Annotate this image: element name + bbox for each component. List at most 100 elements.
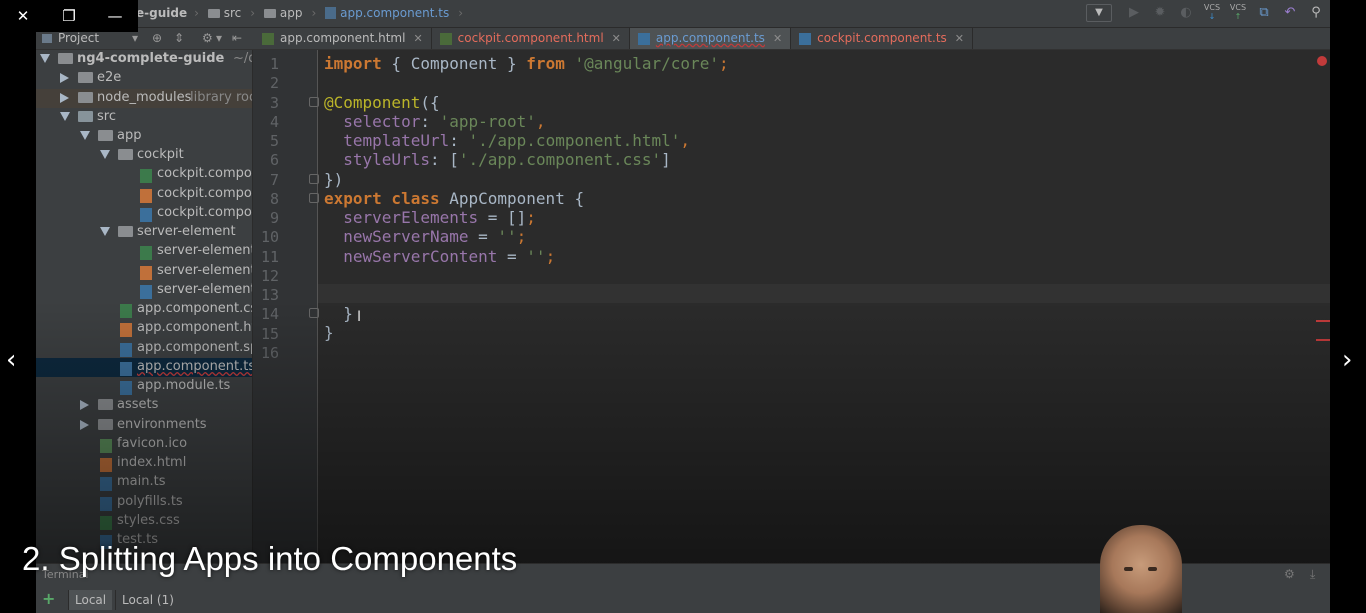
line-number: 12 — [260, 267, 279, 285]
code-line-7: }) — [324, 170, 344, 189]
line-number: 2 — [269, 74, 279, 92]
tree-item-server-element-ts[interactable]: server-element — [36, 281, 252, 300]
tab-app-component-ts[interactable]: app.component.ts ✕ — [629, 28, 792, 49]
gear-icon[interactable]: ⚙ — [1284, 567, 1295, 581]
close-icon[interactable]: ✕ — [955, 28, 964, 49]
hide-panel-icon[interactable]: ⤓ — [1310, 567, 1315, 582]
current-line-highlight — [318, 284, 1330, 303]
code-line-3: @Component({ — [324, 93, 440, 112]
vcs-update-icon[interactable]: VCS ↓ — [1202, 3, 1222, 23]
tree-item-server-element-css[interactable]: server-element. — [36, 242, 252, 261]
breadcrumb-app[interactable]: app — [263, 6, 305, 20]
terminal-tab-local[interactable]: Local — [68, 590, 113, 610]
line-number: 3 — [269, 94, 279, 112]
error-stripe-mark[interactable] — [1316, 320, 1330, 322]
line-number: 1 — [269, 55, 279, 73]
restore-button[interactable]: ❐ — [46, 0, 92, 32]
breadcrumb-project[interactable]: e-guide — [136, 6, 187, 20]
tree-item-cockpit-css[interactable]: cockpit.compon — [36, 165, 252, 184]
revert-icon[interactable]: ↶ — [1280, 3, 1300, 23]
target-icon[interactable]: ⊕ — [152, 31, 162, 45]
folder-icon — [118, 226, 133, 237]
tab-cockpit-component-html[interactable]: cockpit.component.html ✕ — [432, 28, 630, 49]
tree-item-server-element[interactable]: server-element — [36, 223, 252, 242]
next-video-button[interactable]: › — [1342, 345, 1352, 375]
chevron-down-icon[interactable]: ▾ — [132, 31, 138, 45]
search-icon[interactable]: ⚲ — [1306, 3, 1326, 23]
line-number: 13 — [260, 286, 279, 304]
close-icon[interactable]: ✕ — [773, 28, 782, 49]
debug-icon[interactable]: ✹ — [1150, 3, 1170, 23]
tree-item-polyfills[interactable]: polyfills.ts — [36, 493, 252, 512]
fold-icon[interactable] — [309, 174, 319, 184]
tree-item-app-component-spec[interactable]: app.component.sp — [36, 339, 252, 358]
run-icon[interactable]: ▶ — [1124, 3, 1144, 23]
ts-file-icon — [100, 497, 112, 511]
stop-icon[interactable]: ◐ — [1176, 3, 1196, 23]
fold-icon[interactable] — [309, 97, 319, 107]
tab-bar: Project ▾ ⊕ ⇕ ⚙ ▾ ⇤ app.component.html ✕ … — [36, 28, 1330, 50]
code-line-8: export class AppComponent { — [324, 189, 585, 208]
tree-item-cockpit-ts[interactable]: cockpit.compon — [36, 204, 252, 223]
tree-item-main-ts[interactable]: main.ts — [36, 473, 252, 492]
vcs-history-icon[interactable]: ⧉ — [1254, 3, 1274, 23]
tree-item-styles[interactable]: styles.css — [36, 512, 252, 531]
tree-item-app-component-ts[interactable]: app.component.ts — [36, 358, 252, 377]
gear-icon[interactable]: ⚙ — [202, 31, 213, 45]
tree-item-app-component-html[interactable]: app.component.ht — [36, 319, 252, 338]
ts-file-icon — [140, 285, 152, 299]
image-file-icon — [100, 439, 112, 453]
minimize-button[interactable]: — — [92, 0, 138, 32]
chevron-down-icon[interactable]: ▾ — [216, 31, 222, 45]
css-file-icon — [120, 304, 132, 318]
tree-item-server-element-html[interactable]: server-element. — [36, 262, 252, 281]
code-line-15: } — [324, 323, 334, 342]
error-stripe-mark[interactable] — [1316, 339, 1330, 341]
tree-item-cockpit[interactable]: cockpit — [36, 146, 252, 165]
tree-item-e2e[interactable]: e2e — [36, 69, 252, 88]
ide-window: e-guide › src › app › app.component.ts › ▼ ▶… — [36, 0, 1330, 613]
toolbar-actions: ▼ ▶ ✹ ◐ VCS ↓ VCS ↑ ⧉ ↶ ⚲ — [1086, 3, 1326, 23]
close-icon[interactable]: ✕ — [413, 28, 422, 49]
tree-item-favicon[interactable]: favicon.ico — [36, 435, 252, 454]
breadcrumb-file[interactable]: app.component.ts — [325, 6, 451, 20]
line-number: 6 — [269, 151, 279, 169]
tree-item-src[interactable]: src — [36, 108, 252, 127]
tree-item-root[interactable]: ng4-complete-guide~/dev — [36, 50, 252, 69]
fold-icon[interactable] — [309, 193, 319, 203]
fold-icon[interactable] — [309, 308, 319, 318]
tree-item-app[interactable]: app — [36, 127, 252, 146]
terminal-tab-local-1[interactable]: Local (1) — [115, 590, 180, 610]
tree-item-index-html[interactable]: index.html — [36, 454, 252, 473]
tree-item-app-module[interactable]: app.module.ts — [36, 377, 252, 396]
line-number: 16 — [260, 344, 279, 362]
ts-file-icon — [100, 477, 112, 491]
vcs-commit-icon[interactable]: VCS ↑ — [1228, 3, 1248, 23]
tab-cockpit-component-ts[interactable]: cockpit.component.ts ✕ — [791, 28, 973, 49]
css-file-icon — [100, 516, 112, 530]
code-editor[interactable]: 1 2 3 4 5 6 7 8 9 10 11 12 13 14 15 16 i… — [253, 50, 1330, 563]
previous-video-button[interactable]: ‹ — [6, 345, 16, 375]
folder-icon — [98, 130, 113, 141]
collapse-icon[interactable]: ⇕ — [174, 31, 184, 45]
tree-item-environments[interactable]: environments — [36, 416, 252, 435]
hide-panel-icon[interactable]: ⇤ — [232, 31, 242, 45]
code-line-14: } — [324, 304, 353, 323]
error-indicator-icon[interactable] — [1317, 56, 1327, 66]
run-config-dropdown[interactable]: ▼ — [1086, 4, 1112, 22]
tree-item-cockpit-html[interactable]: cockpit.compon — [36, 185, 252, 204]
add-terminal-icon[interactable]: + — [42, 589, 55, 608]
close-icon[interactable]: ✕ — [612, 28, 621, 49]
folder-icon — [78, 111, 93, 122]
breadcrumb-src[interactable]: src — [207, 6, 244, 20]
tree-item-assets[interactable]: assets — [36, 396, 252, 415]
ts-file-icon — [637, 32, 650, 45]
close-button[interactable]: ✕ — [0, 0, 46, 32]
html-file-icon — [100, 458, 112, 472]
tree-item-node-modules[interactable]: node_modules library roo — [36, 89, 252, 108]
css-file-icon — [140, 246, 152, 260]
video-caption: 2. Splitting Apps into Components — [22, 540, 518, 577]
tab-app-component-html[interactable]: app.component.html ✕ — [254, 28, 432, 49]
project-view-selector[interactable]: Project — [42, 31, 99, 45]
tree-item-app-component-css[interactable]: app.component.cs — [36, 300, 252, 319]
